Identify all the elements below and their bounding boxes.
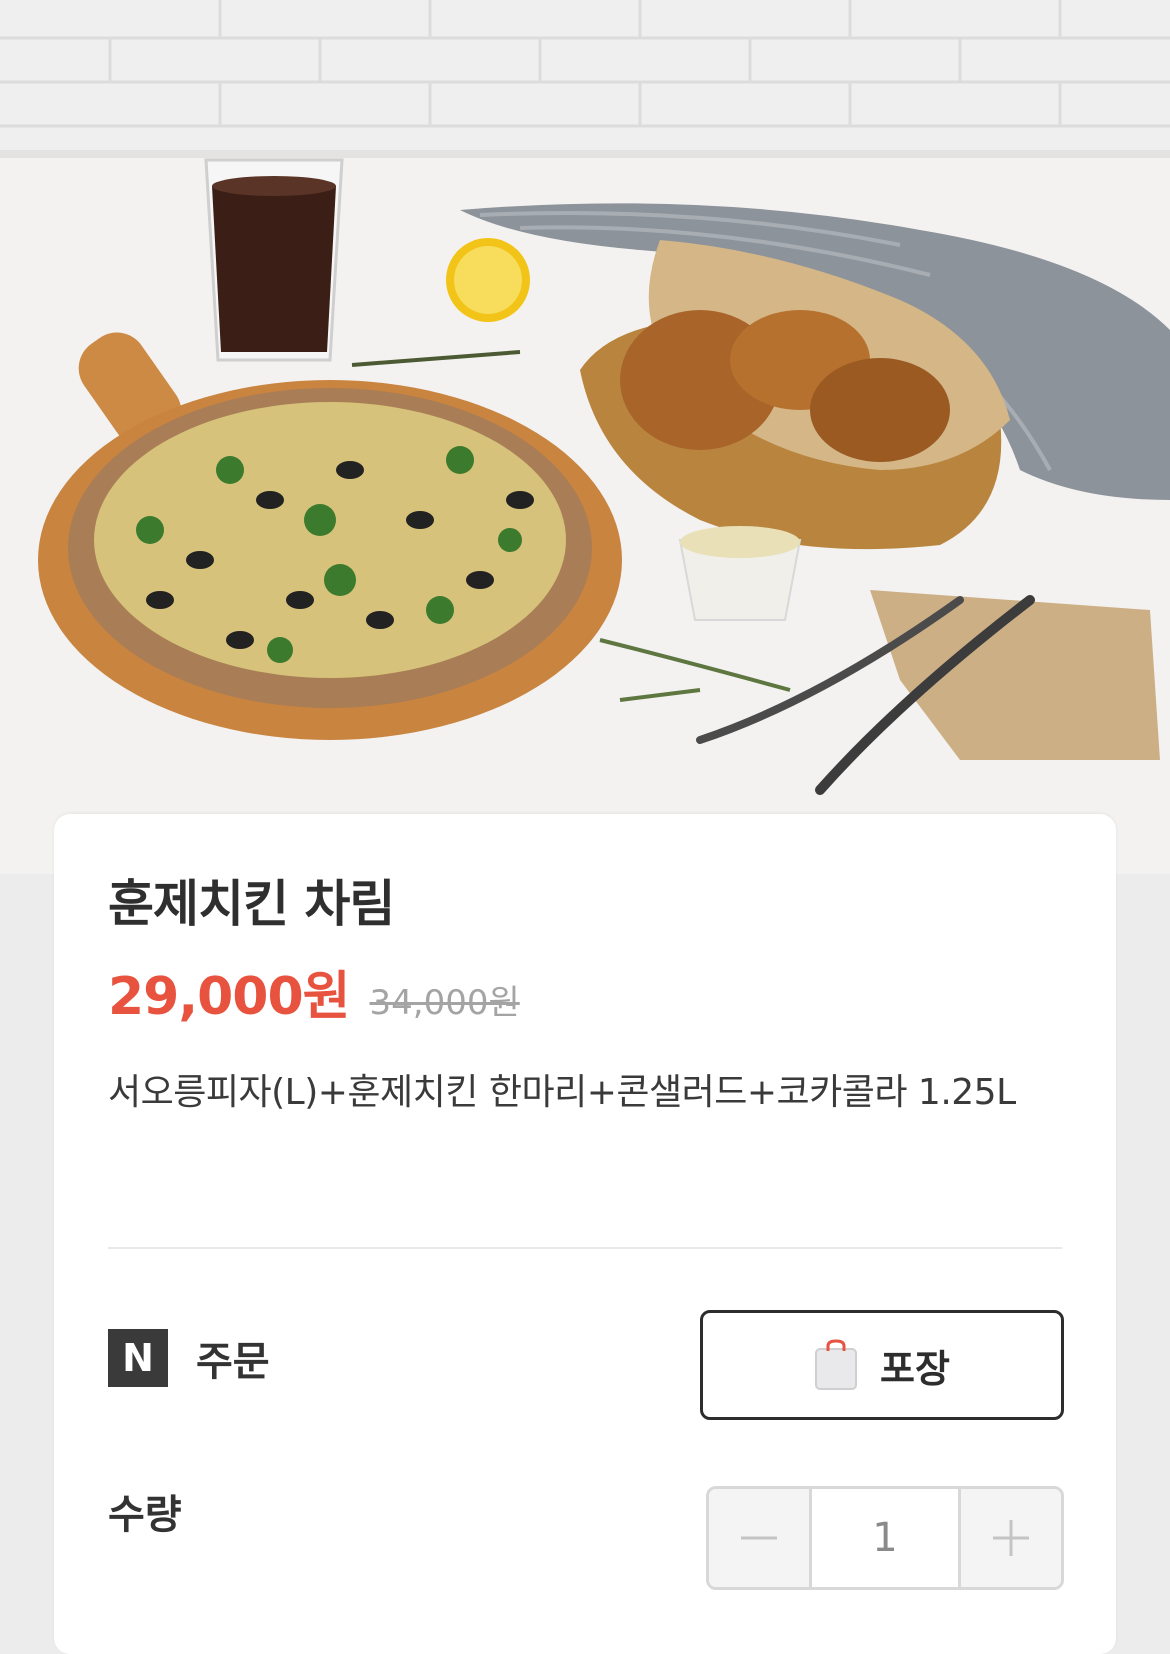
quantity-increase-button[interactable] — [958, 1489, 1061, 1587]
sale-price: 29,000원 — [108, 967, 351, 1027]
takeout-label: 포장 — [880, 1346, 950, 1391]
quantity-value[interactable]: 1 — [812, 1489, 958, 1587]
minus-icon — [741, 1536, 777, 1540]
product-card: 훈제치킨 차림 29,000원 34,000원 서오릉피자(L)+훈제치킨 한마… — [54, 814, 1116, 1654]
product-description: 서오릉피자(L)+훈제치킨 한마리+콘샐러드+코카콜라 1.25L — [108, 1072, 1016, 1113]
product-title: 훈제치킨 차림 — [108, 875, 395, 933]
order-label: N 주문 — [108, 1329, 270, 1387]
naver-logo-icon: N — [108, 1329, 168, 1387]
takeout-button[interactable]: 포장 — [700, 1310, 1064, 1420]
product-image — [0, 0, 1170, 874]
original-price: 34,000원 — [369, 983, 520, 1023]
quantity-decrease-button[interactable] — [709, 1489, 812, 1587]
divider — [108, 1247, 1062, 1249]
price-row: 29,000원 34,000원 — [108, 954, 520, 1029]
shopping-bag-icon — [815, 1339, 858, 1390]
plus-icon — [993, 1520, 1029, 1556]
quantity-label: 수량 — [108, 1492, 182, 1538]
order-text: 주문 — [196, 1339, 270, 1385]
quantity-stepper: 1 — [706, 1486, 1064, 1590]
